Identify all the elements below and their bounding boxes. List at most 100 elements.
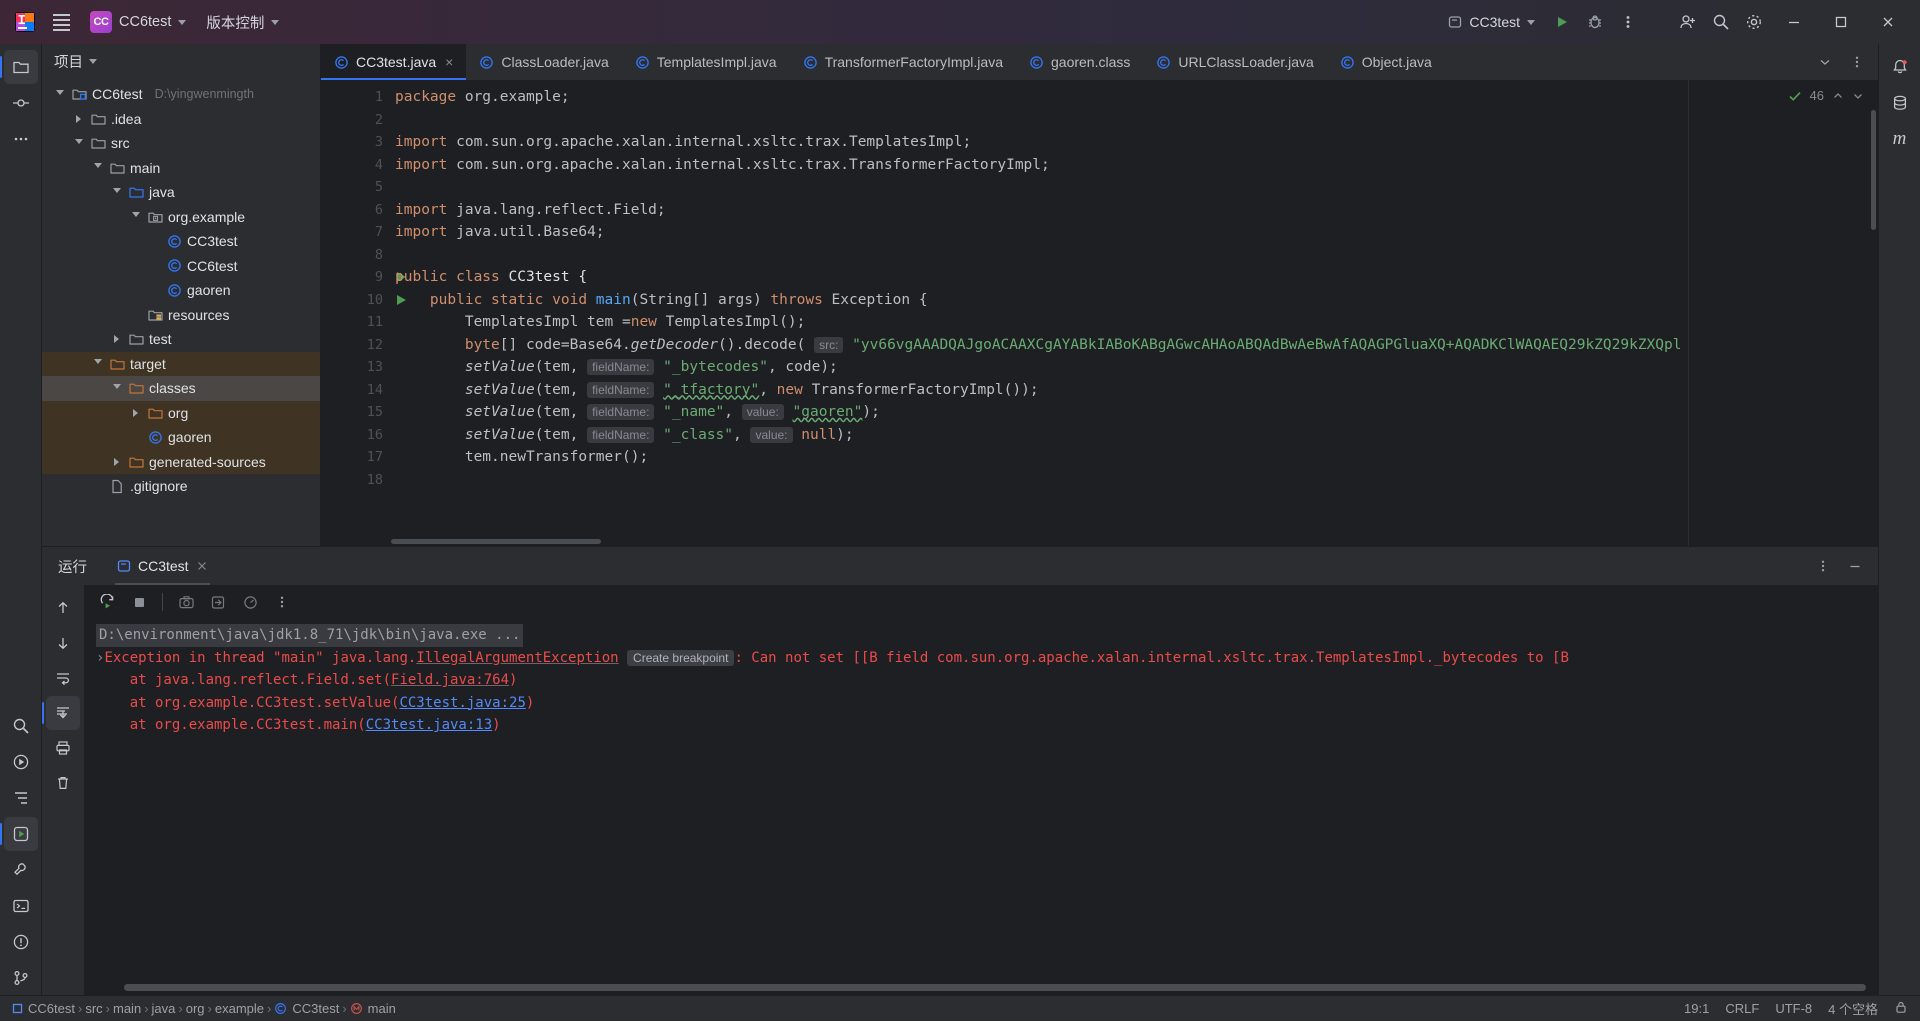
terminal-tool-icon[interactable] [4,889,38,923]
debug-icon[interactable] [1580,7,1610,37]
tree-node--gitignore[interactable]: .gitignore [42,474,321,499]
more-vertical-icon[interactable] [1613,7,1643,37]
chevron-right-icon[interactable] [71,114,86,123]
hamburger-menu-icon[interactable] [44,7,78,37]
chevron-right-icon[interactable] [128,408,143,417]
tab-list-chevron-icon[interactable] [1810,47,1840,77]
editor-tab-object-java[interactable]: Object.java [1327,44,1445,80]
tree-node-cc3test[interactable]: CC3test [42,229,321,254]
gutter-line-12[interactable]: 12 [321,334,389,357]
run-configuration-selector[interactable]: CC3test [1439,10,1544,34]
tree-node-src[interactable]: src [42,131,321,156]
tree-node-org-example[interactable]: org.example [42,205,321,230]
gutter-line-2[interactable]: 2 [321,109,389,132]
structure-tool-icon[interactable] [4,781,38,815]
gutter-line-16[interactable]: 16 [321,424,389,447]
database-icon[interactable] [1883,86,1917,120]
build-tool-icon[interactable] [4,853,38,887]
chevron-down-icon[interactable] [90,359,105,368]
editor-tab-transformerfactoryimpl-java[interactable]: TransformerFactoryImpl.java [790,44,1016,80]
chevron-right-icon[interactable] [109,335,124,344]
breadcrumb-item-main[interactable]: main [113,1001,141,1016]
gutter-line-17[interactable]: 17 [321,446,389,469]
console-output[interactable]: D:\environment\java\jdk1.8_71\jdk\bin\ja… [84,619,1878,984]
stack-link[interactable]: CC3test.java:25 [399,695,525,711]
print-button[interactable] [46,731,80,765]
soft-wrap-button[interactable] [46,661,80,695]
inspection-widget[interactable]: 46 [1788,88,1864,103]
editor-tab-urlclassloader-java[interactable]: URLClassLoader.java [1143,44,1326,80]
project-selector[interactable]: CC CC6test [82,7,194,37]
editor-horizontal-scrollbar[interactable] [391,539,601,544]
gutter-line-4[interactable]: 4 [321,154,389,177]
tree-node--idea[interactable]: .idea [42,107,321,132]
chevron-right-icon[interactable] [109,457,124,466]
project-tree[interactable]: CC6test D:\yingwenmingth .idea src main java o… [42,78,321,546]
code-editor[interactable]: 1 2 3 4 5 6 7 8 9 10 11 12 13 14 15 16 17 18 package org.… [321,80,1878,546]
tree-node-main[interactable]: main [42,156,321,181]
gutter-line-3[interactable]: 3 [321,131,389,154]
clear-all-button[interactable] [46,766,80,800]
run-anything-icon[interactable] [0,817,38,851]
gutter-line-11[interactable]: 11 [321,311,389,334]
create-breakpoint-badge[interactable]: Create breakpoint [627,649,735,666]
vcs-menu[interactable]: 版本控制 [198,8,287,37]
editor-tab-bar[interactable]: CC3test.java × ClassLoader.java TemplatesIm… [321,44,1878,80]
chevron-down-icon[interactable] [90,163,105,172]
breadcrumb[interactable]: CC6test › src › main › java › org › example › CC3tes… [12,1001,396,1016]
editor-gutter[interactable]: 1 2 3 4 5 6 7 8 9 10 11 12 13 14 15 16 17 18 [321,80,406,546]
rerun-button[interactable] [92,587,122,617]
more-tools-icon[interactable] [4,122,38,156]
scroll-down-button[interactable] [46,626,80,660]
breadcrumb-item-org[interactable]: org [186,1001,205,1016]
search-everywhere-icon[interactable] [4,709,38,743]
tree-node-classes[interactable]: classes [42,376,321,401]
gutter-line-6[interactable]: 6 [321,199,389,222]
gutter-line-13[interactable]: 13 [321,356,389,379]
profile-button[interactable] [235,587,265,617]
run-panel-more-icon[interactable] [1808,551,1838,581]
chevron-down-icon[interactable] [109,383,124,393]
screenshot-button[interactable] [171,587,201,617]
project-tool-icon[interactable] [0,50,38,84]
tree-node-target[interactable]: target [42,351,321,376]
gutter-line-9[interactable]: 9 [321,266,406,289]
stack-link[interactable]: Field.java:764 [391,672,509,688]
minimize-icon[interactable] [1772,0,1816,44]
breadcrumb-item-java[interactable]: java [152,1001,176,1016]
tree-node-gaoren[interactable]: gaoren [42,278,321,303]
editor-tab-cc3test-java[interactable]: CC3test.java × [321,44,467,80]
notifications-icon[interactable] [1883,50,1917,84]
run-tab-cc3test[interactable]: CC3test [105,547,220,585]
code-content[interactable]: package org.example; import com.sun.org.… [389,80,1878,546]
gutter-line-10[interactable]: 10 [321,289,406,312]
gear-icon[interactable] [1739,7,1769,37]
breadcrumb-item-cc6test[interactable]: CC6test [12,1001,75,1016]
editor-tab-gaoren-class[interactable]: gaoren.class [1016,44,1143,80]
close-icon[interactable] [1866,0,1910,44]
tree-node-cc6test[interactable]: CC6test D:\yingwenmingth [42,82,321,107]
run-tool-icon[interactable] [4,745,38,779]
scroll-to-end-button[interactable] [42,696,80,730]
breadcrumb-item-main[interactable]: main [350,1001,396,1016]
chevron-down-icon[interactable] [52,89,67,99]
tree-node-gaoren[interactable]: gaoren [42,425,321,450]
close-icon[interactable]: × [445,54,453,70]
gutter-line-7[interactable]: 7 [321,221,389,244]
chevron-down-icon[interactable] [109,187,124,197]
line-separator[interactable]: CRLF [1725,1001,1759,1016]
lock-icon[interactable] [1894,1000,1908,1017]
tree-node-java[interactable]: java [42,180,321,205]
console-horizontal-scrollbar[interactable] [124,984,1866,991]
git-tool-icon[interactable] [4,961,38,995]
tab-more-icon[interactable] [1842,47,1872,77]
run-icon[interactable] [1547,7,1577,37]
stop-button[interactable] [124,587,154,617]
close-icon[interactable] [196,560,208,572]
breadcrumb-item-src[interactable]: src [85,1001,102,1016]
search-icon[interactable] [1706,7,1736,37]
caret-position[interactable]: 19:1 [1684,1001,1709,1016]
maven-icon[interactable]: m [1883,122,1917,156]
gutter-line-14[interactable]: 14 [321,379,389,402]
indent-setting[interactable]: 4 个空格 [1828,999,1878,1018]
